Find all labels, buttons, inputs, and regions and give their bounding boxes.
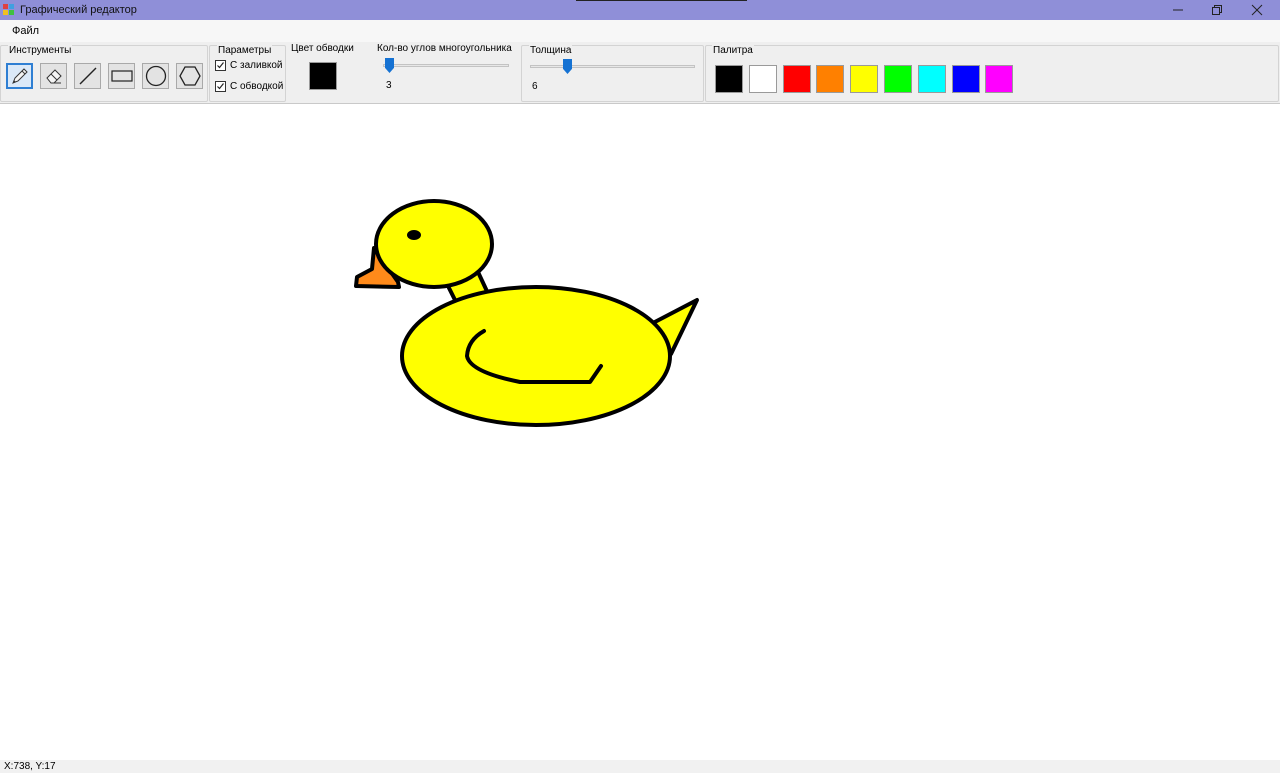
params-label: Параметры (217, 45, 273, 56)
checkmark-icon (217, 62, 224, 69)
close-button[interactable] (1237, 0, 1277, 20)
pencil-icon (11, 68, 28, 84)
minimize-icon (1173, 9, 1183, 11)
pencil-tool-button[interactable] (6, 63, 33, 89)
line-icon (79, 67, 96, 85)
eraser-tool-button[interactable] (40, 63, 67, 89)
fill-label[interactable]: С заливкой (230, 60, 283, 71)
duck-drawing (354, 199, 699, 427)
outline-checkbox[interactable] (215, 81, 226, 92)
outline-color-label: Цвет обводки (291, 43, 354, 54)
title-divider (576, 0, 747, 1)
close-icon (1251, 4, 1263, 16)
duck-body (400, 285, 672, 427)
duck-head (374, 199, 494, 289)
thickness-value: 6 (532, 81, 538, 92)
thickness-thumb[interactable] (563, 59, 572, 74)
app-icon (3, 4, 14, 15)
menu-bar: Файл (0, 20, 1280, 42)
line-tool-button[interactable] (74, 63, 101, 89)
outline-color-swatch[interactable] (309, 62, 337, 90)
palette-swatch[interactable] (951, 65, 980, 93)
outline-label[interactable]: С обводкой (230, 81, 283, 92)
palette-label: Палитра (712, 45, 754, 56)
restore-icon (1212, 5, 1222, 15)
rectangle-tool-button[interactable] (108, 63, 135, 89)
drawing-canvas[interactable] (0, 104, 1280, 760)
thickness-track[interactable] (530, 65, 695, 68)
polygon-corners-track[interactable] (383, 64, 509, 67)
status-bar: X:738, Y:17 (0, 760, 1280, 773)
rectangle-icon (110, 70, 133, 82)
palette-swatch[interactable] (985, 65, 1014, 93)
thickness-group: Толщина 6 (521, 45, 704, 102)
palette-swatch[interactable] (715, 65, 743, 93)
polygon-corners-value: 3 (386, 80, 392, 91)
palette-swatch[interactable] (816, 65, 845, 93)
duck-eye (407, 230, 421, 240)
cursor-coordinates: X:738, Y:17 (4, 761, 56, 772)
palette-swatch[interactable] (850, 65, 879, 93)
canvas-drawing (354, 199, 699, 427)
fill-checkbox[interactable] (215, 60, 226, 71)
polygon-icon (178, 66, 201, 86)
polygon-corners-thumb[interactable] (385, 58, 394, 73)
ellipse-tool-button[interactable] (142, 63, 169, 89)
minimize-button[interactable] (1158, 0, 1198, 20)
restore-button[interactable] (1197, 0, 1237, 20)
checkmark-icon (217, 83, 224, 90)
tools-label: Инструменты (8, 45, 73, 56)
tools-group: Инструменты (0, 45, 208, 102)
params-group: Параметры С заливкой С обводкой (209, 45, 286, 102)
polygon-corners-label: Кол-во углов многоугольника (377, 43, 512, 54)
title-bar: Графический редактор (0, 0, 1280, 20)
palette-group: Палитра (705, 45, 1279, 102)
ellipse-icon (145, 65, 166, 87)
palette-swatch[interactable] (782, 65, 811, 93)
thickness-label: Толщина (529, 45, 573, 56)
eraser-icon (45, 69, 62, 84)
menu-file[interactable]: Файл (12, 25, 39, 37)
polygon-tool-button[interactable] (176, 63, 203, 89)
window-title: Графический редактор (20, 4, 137, 16)
palette-swatch[interactable] (884, 65, 912, 93)
toolbar: Инструменты Параметры С заливкой С обвод… (0, 42, 1280, 104)
palette-swatch[interactable] (748, 65, 777, 93)
palette-swatch[interactable] (917, 65, 946, 93)
